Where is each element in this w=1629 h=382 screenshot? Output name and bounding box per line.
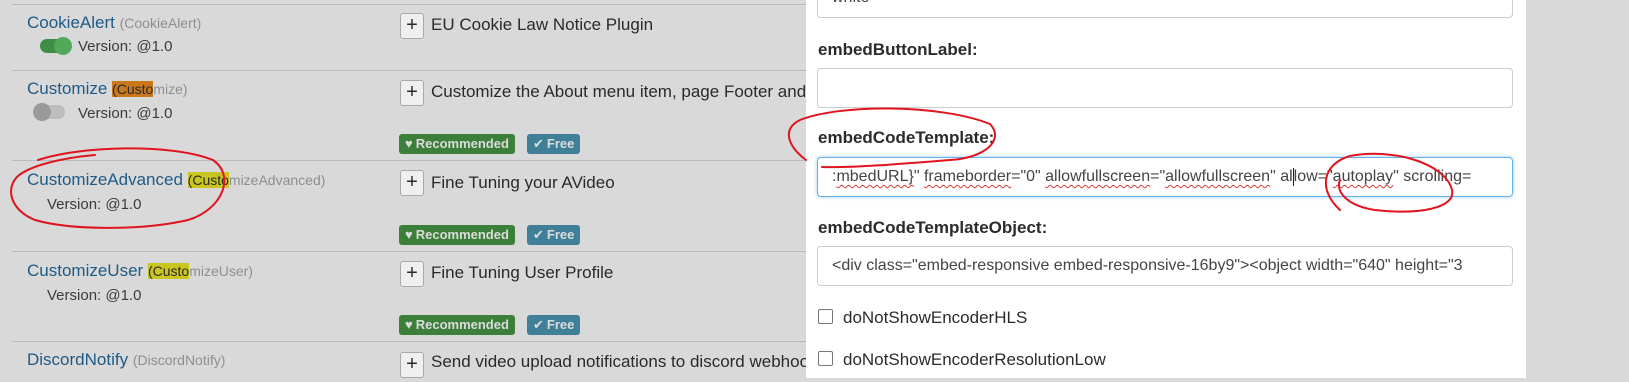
plugin-classname: (Customize)	[112, 81, 188, 97]
heart-icon: ♥	[405, 227, 413, 242]
plugin-classname: (DiscordNotify)	[132, 352, 226, 368]
expand-plus-button[interactable]: +	[400, 13, 424, 39]
plugin-parameters-modal: white embedButtonLabel: embedCodeTemplat…	[806, 0, 1526, 378]
check-icon: ✔	[533, 136, 544, 151]
free-badge: ✔ Free	[527, 134, 581, 154]
recommended-badge: ♥ Recommended	[399, 225, 515, 245]
plugin-description: Send video upload notifications to disco…	[431, 352, 810, 371]
heart-icon: ♥	[405, 136, 413, 151]
free-badge: ✔ Free	[527, 315, 581, 335]
plugin-version: Version: @1.0	[78, 105, 173, 122]
enable-toggle[interactable]	[40, 37, 72, 55]
free-badge: ✔ Free	[527, 225, 581, 245]
enable-toggle[interactable]	[33, 103, 65, 121]
do-not-show-encoder-resolution-low-row[interactable]: doNotShowEncoderResolutionLow	[818, 350, 1106, 370]
heart-icon: ♥	[405, 317, 413, 332]
embed-code-template-label: embedCodeTemplate:	[818, 128, 995, 147]
plugin-classname: (CookieAlert)	[119, 15, 202, 31]
embed-code-template-object-input[interactable]: <div class="embed-responsive embed-respo…	[817, 246, 1513, 286]
toggle-knob	[33, 103, 51, 121]
color-field[interactable]: white	[817, 0, 1513, 18]
recommended-badge: ♥ Recommended	[399, 134, 515, 154]
recommended-badge: ♥ Recommended	[399, 315, 515, 335]
expand-plus-button[interactable]: +	[400, 352, 424, 378]
check-icon: ✔	[533, 227, 544, 242]
plugin-name[interactable]: Customize (Customize)	[27, 79, 188, 99]
plugin-name[interactable]: CustomizeUser (CustomizeUser)	[27, 261, 253, 281]
embed-code-template-object-label: embedCodeTemplateObject:	[818, 218, 1048, 237]
plugin-name[interactable]: DiscordNotify (DiscordNotify)	[27, 350, 225, 370]
plugin-classname: (CustomizeUser)	[147, 263, 253, 279]
do-not-show-encoder-hls-checkbox[interactable]	[818, 309, 833, 324]
check-icon: ✔	[533, 317, 544, 332]
do-not-show-encoder-hls-row[interactable]: doNotShowEncoderHLS	[818, 308, 1027, 328]
do-not-show-encoder-resolution-low-checkbox[interactable]	[818, 351, 833, 366]
plugin-classname: (CustomizeAdvanced)	[187, 172, 326, 188]
plugin-version: Version: @1.0	[78, 38, 173, 55]
toggle-knob	[54, 37, 72, 55]
expand-plus-button[interactable]: +	[400, 261, 424, 287]
plugin-version: Version: @1.0	[47, 196, 142, 213]
plugin-description: Customize the About menu item, page Foot…	[431, 82, 807, 101]
plugin-description: Fine Tuning your AVideo	[431, 173, 615, 192]
embed-button-label-input[interactable]	[817, 68, 1513, 108]
plugin-name[interactable]: CookieAlert (CookieAlert)	[27, 13, 201, 33]
embed-button-label-label: embedButtonLabel:	[818, 40, 978, 59]
plugin-version: Version: @1.0	[47, 287, 142, 304]
plugin-name[interactable]: CustomizeAdvanced (CustomizeAdvanced)	[27, 170, 325, 190]
expand-plus-button[interactable]: +	[400, 80, 424, 106]
plugin-description: EU Cookie Law Notice Plugin	[431, 15, 654, 34]
embed-code-template-input[interactable]: :mbedURL}" frameborder="0" allowfullscre…	[817, 157, 1513, 197]
expand-plus-button[interactable]: +	[400, 170, 424, 196]
plugin-description: Fine Tuning User Profile	[431, 263, 614, 282]
